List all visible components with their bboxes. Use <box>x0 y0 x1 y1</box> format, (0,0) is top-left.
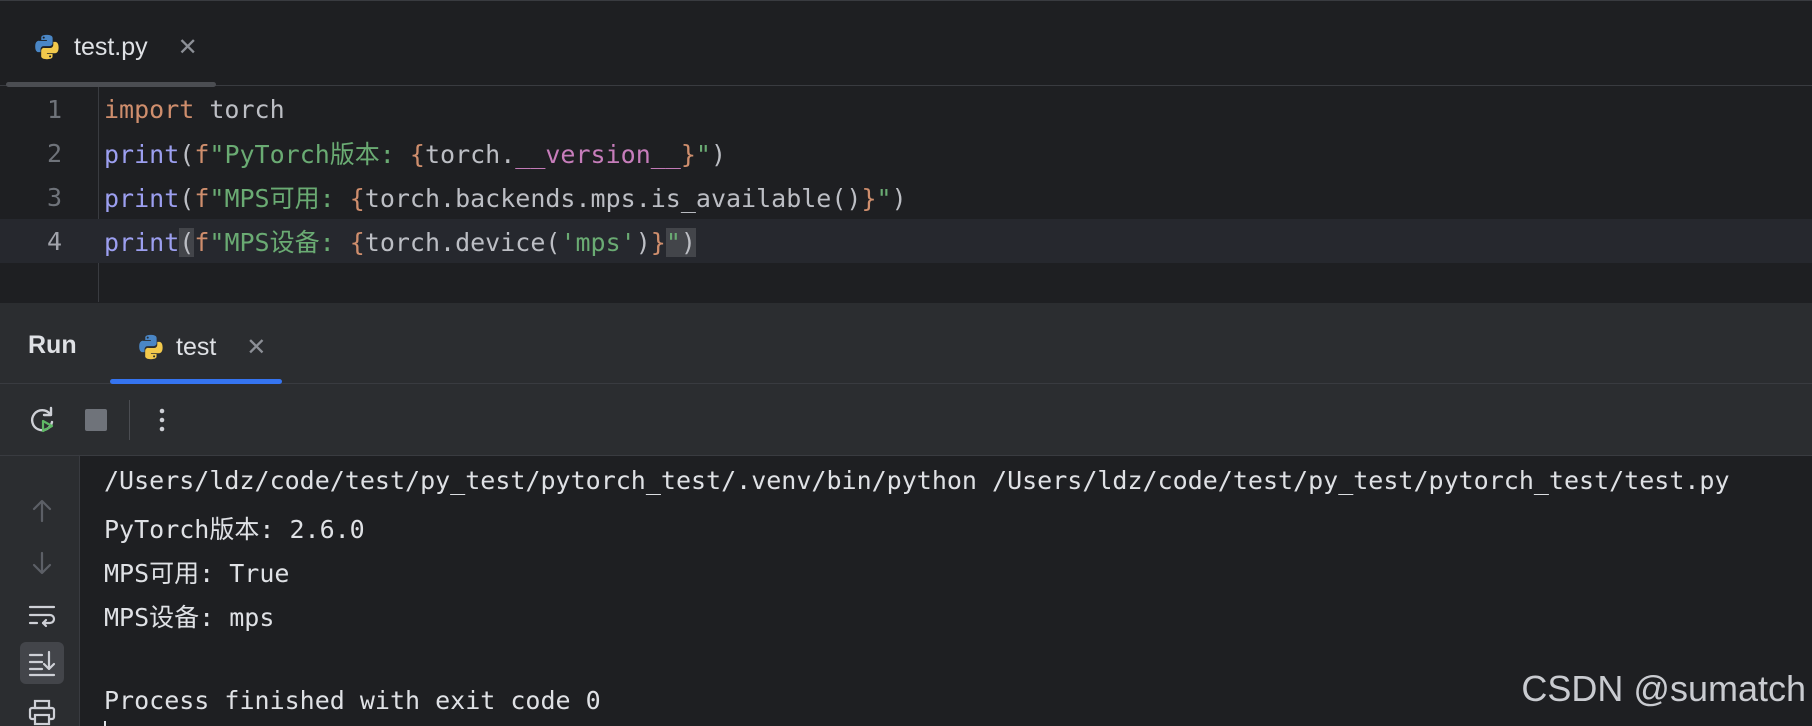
printer-icon <box>28 699 56 726</box>
soft-wrap-button[interactable] <box>20 594 64 636</box>
code-editor[interactable]: 1 import torch 2 print(f"PyTorch版本: {tor… <box>0 87 1812 302</box>
console-line-pytorch-version: PyTorch版本: 2.6.0 <box>104 515 365 544</box>
run-tab-label: test <box>176 332 217 361</box>
python-run-config-icon <box>139 334 163 360</box>
console-side-toolbar <box>0 456 80 726</box>
run-panel-title: Run <box>28 331 77 359</box>
rerun-icon <box>31 406 54 433</box>
print-button[interactable] <box>20 692 64 726</box>
arrow-up-icon <box>32 499 52 523</box>
toolbar-separator <box>129 400 130 440</box>
code-line-1[interactable]: 1 import torch <box>0 87 1812 131</box>
console-line-command: /Users/ldz/code/test/py_test/pytorch_tes… <box>104 466 1730 495</box>
scroll-to-end-icon <box>28 650 56 677</box>
line-number: 1 <box>46 94 62 124</box>
editor-tab-close-icon[interactable]: ✕ <box>178 33 198 62</box>
console-caret <box>104 721 106 726</box>
more-options-button[interactable] <box>144 402 180 438</box>
more-vertical-icon <box>159 408 165 432</box>
console-line-mps-device: MPS设备: mps <box>104 603 275 632</box>
python-file-icon <box>35 34 59 60</box>
line-number: 2 <box>46 138 62 168</box>
line-number: 3 <box>46 182 62 212</box>
arrow-down-icon <box>32 551 52 575</box>
code-line-4-current[interactable]: 4 print(f"MPS设备: {torch.device('mps')}") <box>0 219 1812 263</box>
navigate-down-button[interactable] <box>20 542 64 584</box>
stop-icon <box>85 409 107 431</box>
run-tab-close-icon[interactable]: ✕ <box>246 333 266 362</box>
code-line-3[interactable]: 3 print(f"MPS可用: {torch.backends.mps.is_… <box>0 175 1812 219</box>
run-toolbar <box>0 384 1812 456</box>
code-text[interactable]: print(f"PyTorch版本: {torch.__version__}") <box>104 135 726 171</box>
line-number: 4 <box>46 226 62 256</box>
editor-tab-label: test.py <box>74 32 148 61</box>
stop-button[interactable] <box>78 402 114 438</box>
console-line-mps-available: MPS可用: True <box>104 559 290 588</box>
code-text[interactable]: print(f"MPS可用: {torch.backends.mps.is_av… <box>104 179 907 215</box>
watermark: CSDN @sumatch <box>1521 668 1806 709</box>
scroll-to-end-button[interactable] <box>20 642 64 684</box>
soft-wrap-icon <box>28 605 56 628</box>
editor-tab-bar: test.py ✕ <box>0 0 1812 87</box>
navigate-up-button[interactable] <box>20 490 64 532</box>
code-text[interactable]: print(f"MPS设备: {torch.device('mps')}") <box>104 223 696 259</box>
rerun-button[interactable] <box>24 402 60 438</box>
run-tab-test[interactable]: test ✕ <box>110 317 292 377</box>
code-line-2[interactable]: 2 print(f"PyTorch版本: {torch.__version__}… <box>0 131 1812 175</box>
editor-tab-test-py[interactable]: test.py ✕ <box>6 19 224 75</box>
console-line-exit-code: Process finished with exit code 0 <box>104 686 601 715</box>
code-text[interactable]: import torch <box>104 95 285 124</box>
run-tool-window-header: Run test ✕ <box>0 303 1812 384</box>
